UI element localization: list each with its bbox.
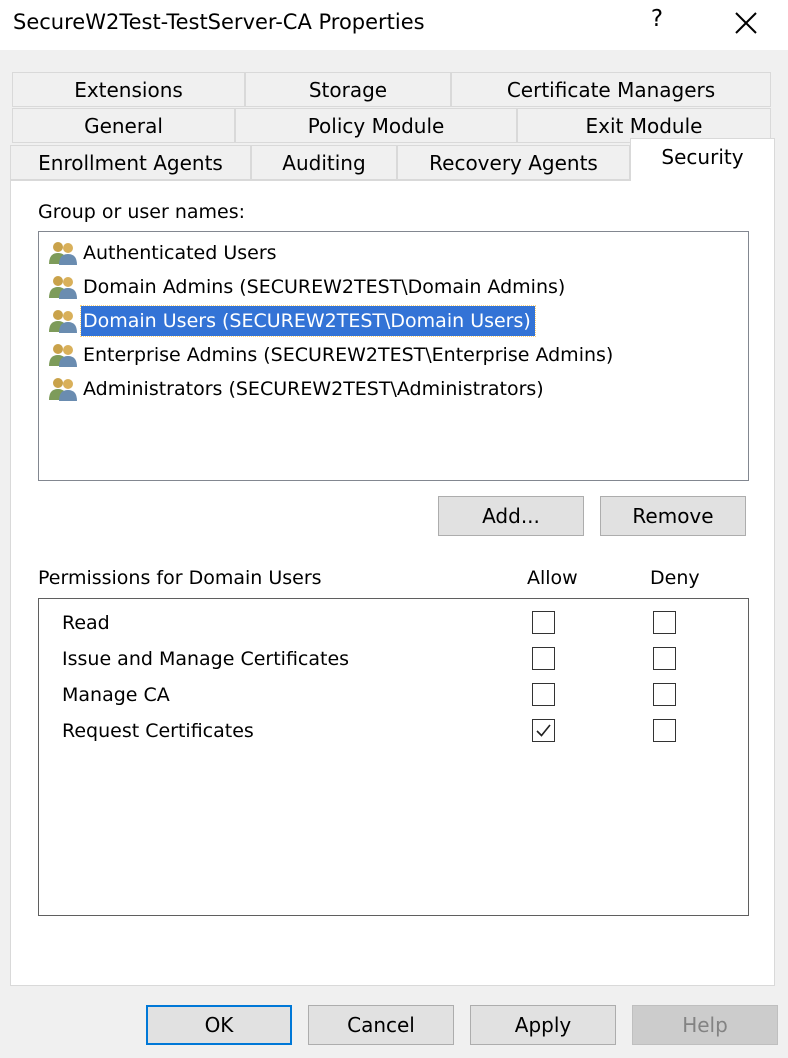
- users-group-icon: [47, 341, 81, 369]
- allow-manage-ca-checkbox[interactable]: [532, 683, 555, 706]
- users-group-icon: [47, 307, 81, 335]
- permission-name: Request Certificates: [62, 720, 254, 742]
- tab-auditing[interactable]: Auditing: [251, 145, 397, 180]
- tab-extensions[interactable]: Extensions: [12, 72, 245, 107]
- deny-read-checkbox[interactable]: [653, 611, 676, 634]
- permission-name: Read: [62, 612, 110, 634]
- close-icon[interactable]: [730, 7, 762, 39]
- users-group-icon: [47, 239, 81, 267]
- allow-issue-manage-checkbox[interactable]: [532, 647, 555, 670]
- remove-button[interactable]: Remove: [600, 496, 746, 536]
- list-item[interactable]: Domain Admins (SECUREW2TEST\Domain Admin…: [47, 271, 569, 303]
- deny-request-certificates-checkbox[interactable]: [653, 719, 676, 742]
- user-name: Domain Users (SECUREW2TEST\Domain Users): [80, 305, 536, 337]
- permission-name: Manage CA: [62, 684, 170, 706]
- permissions-label: Permissions for Domain Users: [38, 567, 322, 589]
- permissions-list: Read Issue and Manage Certificates Manag…: [38, 598, 749, 916]
- deny-manage-ca-checkbox[interactable]: [653, 683, 676, 706]
- allow-column-header: Allow: [527, 567, 578, 589]
- group-or-user-names-label: Group or user names:: [38, 201, 246, 223]
- tab-general[interactable]: General: [12, 108, 235, 143]
- user-name: Administrators (SECUREW2TEST\Administrat…: [83, 378, 544, 400]
- tab-recovery-agents[interactable]: Recovery Agents: [397, 145, 630, 180]
- deny-issue-manage-checkbox[interactable]: [653, 647, 676, 670]
- list-item[interactable]: Enterprise Admins (SECUREW2TEST\Enterpri…: [47, 339, 617, 371]
- apply-button[interactable]: Apply: [470, 1005, 616, 1045]
- help-icon[interactable]: ?: [645, 6, 669, 32]
- list-item[interactable]: Authenticated Users: [47, 237, 281, 269]
- user-name: Authenticated Users: [83, 242, 277, 264]
- deny-column-header: Deny: [650, 567, 700, 589]
- help-button: Help: [632, 1005, 778, 1045]
- user-list[interactable]: Authenticated Users Domain Admins (SECUR…: [38, 231, 749, 481]
- allow-read-checkbox[interactable]: [532, 611, 555, 634]
- permission-name: Issue and Manage Certificates: [62, 648, 350, 670]
- ok-button[interactable]: OK: [146, 1005, 292, 1045]
- tab-policy-module[interactable]: Policy Module: [235, 108, 517, 143]
- user-name: Domain Admins (SECUREW2TEST\Domain Admin…: [83, 276, 566, 298]
- checkmark-icon: [536, 724, 551, 737]
- cancel-button[interactable]: Cancel: [308, 1005, 454, 1045]
- tab-enrollment-agents[interactable]: Enrollment Agents: [10, 145, 251, 180]
- window-title: SecureW2Test-TestServer-CA Properties: [13, 10, 425, 34]
- tab-security[interactable]: Security: [630, 138, 775, 181]
- add-button[interactable]: Add...: [438, 496, 584, 536]
- tab-storage[interactable]: Storage: [245, 72, 451, 107]
- user-name: Enterprise Admins (SECUREW2TEST\Enterpri…: [83, 344, 614, 366]
- users-group-icon: [47, 375, 81, 403]
- tab-certificate-managers[interactable]: Certificate Managers: [451, 72, 771, 107]
- list-item-selected[interactable]: Domain Users (SECUREW2TEST\Domain Users): [47, 305, 536, 337]
- users-group-icon: [47, 273, 81, 301]
- list-item[interactable]: Administrators (SECUREW2TEST\Administrat…: [47, 373, 548, 405]
- allow-request-certificates-checkbox[interactable]: [532, 719, 555, 742]
- title-bar: SecureW2Test-TestServer-CA Properties ?: [0, 0, 788, 50]
